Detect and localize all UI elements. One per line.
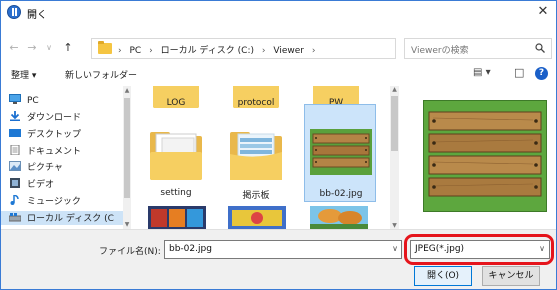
forward-arrow-icon[interactable]: → [25, 40, 39, 56]
scrollbar-thumb[interactable] [124, 98, 130, 198]
scroll-up-icon[interactable]: ▲ [390, 86, 399, 93]
navigation-pane: PC ダウンロード デスクトップ ドキュメント ピクチャ ビデオ ミュージック … [1, 86, 131, 229]
title-bar: 開く ✕ [1, 1, 556, 25]
disk-icon [9, 213, 21, 222]
list-item-folder-setting[interactable]: setting [140, 126, 212, 202]
breadcrumb-local-disk[interactable]: ローカル ディスク (C:) [161, 46, 254, 56]
file-label: setting [160, 188, 192, 198]
preview-pane [401, 86, 556, 229]
desktop-icon [9, 129, 21, 137]
scroll-down-icon[interactable]: ▼ [123, 221, 131, 228]
open-button[interactable]: 開く(O) [414, 266, 472, 286]
scrollbar-thumb[interactable] [391, 96, 398, 151]
up-arrow-icon[interactable]: ↑ [61, 40, 75, 56]
cancel-button[interactable]: キャンセル [482, 266, 540, 286]
sidebar-item-label: ドキュメント [27, 147, 82, 157]
sidebar-item-video[interactable]: ビデオ [9, 177, 54, 191]
folder-icon [98, 41, 112, 54]
sidebar-item-label: ダウンロード [27, 113, 82, 123]
image-thumbnail-icon [148, 206, 206, 229]
address-bar[interactable]: › PC › ローカル ディスク (C:) › Viewer › ∨ ↻ [91, 38, 471, 59]
sidebar-item-label: ビデオ [27, 180, 55, 190]
filename-dropdown-icon[interactable]: ∨ [392, 244, 398, 253]
video-icon [10, 178, 20, 188]
file-label: bb-02.jpg [319, 189, 363, 199]
organize-button[interactable]: 整理 ▾ [11, 68, 36, 81]
navigation-scrollbar[interactable]: ▲ ▼ [123, 86, 131, 229]
preview-pane-icon[interactable]: □ [514, 66, 524, 79]
scroll-up-icon[interactable]: ▲ [123, 87, 131, 94]
list-item-folder-bulletin[interactable]: 掲示板 [220, 126, 292, 202]
sidebar-item-desktop[interactable]: デスクトップ [9, 127, 81, 141]
list-item-folder-protocol[interactable]: protocol [220, 86, 292, 114]
dialog-footer: ファイル名(N): bb-02.jpg ∨ JPEG(*.jpg) ∨ 開く(O… [1, 229, 556, 289]
sidebar-item-label: デスクトップ [27, 130, 82, 140]
sidebar-item-documents[interactable]: ドキュメント [9, 144, 81, 158]
pictures-icon [9, 161, 21, 171]
breadcrumb-separator: › [118, 46, 122, 56]
sidebar-item-pictures[interactable]: ピクチャ [9, 160, 63, 174]
file-label: 掲示板 [242, 191, 270, 201]
sidebar-item-music[interactable]: ミュージック [9, 194, 81, 208]
file-list-scrollbar[interactable]: ▲ ▼ [390, 86, 399, 229]
file-label: LOG [166, 98, 186, 108]
search-input[interactable]: Viewerの検索 [404, 38, 552, 59]
file-label: protocol [237, 98, 275, 108]
new-folder-button[interactable]: 新しいフォルダー [65, 68, 137, 81]
back-arrow-icon[interactable]: ← [7, 40, 21, 56]
documents-icon [10, 145, 20, 155]
wood-board-thumbnail-icon [310, 129, 372, 175]
file-list: LOG protocol PW setting 掲示板 bb-02.jpg [134, 86, 399, 229]
help-icon[interactable]: ? [535, 67, 548, 80]
list-item-image-bb-02[interactable]: bb-02.jpg [304, 104, 376, 202]
sidebar-item-label: ローカル ディスク (C [27, 214, 114, 224]
scroll-down-icon[interactable]: ▼ [390, 222, 399, 229]
sidebar-item-label: ミュージック [27, 197, 81, 207]
list-item-folder-log[interactable]: LOG [140, 86, 212, 114]
open-file-dialog: 開く ✕ ← → ∨ ↑ › PC › ローカル ディスク (C:) › Vie… [0, 0, 557, 290]
breadcrumb-separator: › [261, 46, 266, 56]
download-icon [10, 111, 20, 121]
search-icon [535, 43, 545, 53]
sidebar-item-pc[interactable]: PC [9, 94, 39, 108]
breadcrumb-viewer[interactable]: Viewer [273, 46, 304, 56]
close-button[interactable]: ✕ [534, 3, 552, 21]
highlight-annotation [404, 234, 554, 265]
pc-icon [9, 94, 21, 104]
command-bar: 整理 ▾ 新しいフォルダー ▤ ▾ □ ? [1, 65, 556, 85]
image-thumbnail-icon [228, 206, 286, 229]
filename-value: bb-02.jpg [169, 244, 212, 254]
image-thumbnail-icon [310, 206, 368, 229]
app-icon [7, 5, 21, 19]
sidebar-item-local-disk[interactable]: ローカル ディスク (C [1, 211, 127, 225]
folder-icon [150, 132, 202, 180]
wood-board-preview-image [423, 100, 547, 212]
sidebar-item-label: PC [27, 96, 39, 106]
sidebar-item-download[interactable]: ダウンロード [9, 110, 81, 124]
window-title: 開く [27, 10, 47, 21]
view-options-icon[interactable]: ▤ ▾ [473, 67, 491, 78]
sidebar-item-label: ピクチャ [27, 163, 63, 173]
breadcrumb-pc[interactable]: PC [129, 46, 141, 56]
filename-field[interactable]: bb-02.jpg ∨ [164, 240, 402, 259]
search-placeholder: Viewerの検索 [411, 46, 469, 56]
breadcrumb-separator: › [311, 46, 316, 56]
address-row: ← → ∨ ↑ › PC › ローカル ディスク (C:) › Viewer ›… [1, 37, 556, 61]
folder-icon [230, 132, 282, 180]
breadcrumb: › PC › ローカル ディスク (C:) › Viewer › [118, 43, 320, 56]
filename-label: ファイル名(N): [99, 247, 161, 257]
music-icon [10, 195, 19, 205]
recent-locations-chevron-icon[interactable]: ∨ [42, 40, 56, 56]
breadcrumb-separator: › [149, 46, 153, 56]
